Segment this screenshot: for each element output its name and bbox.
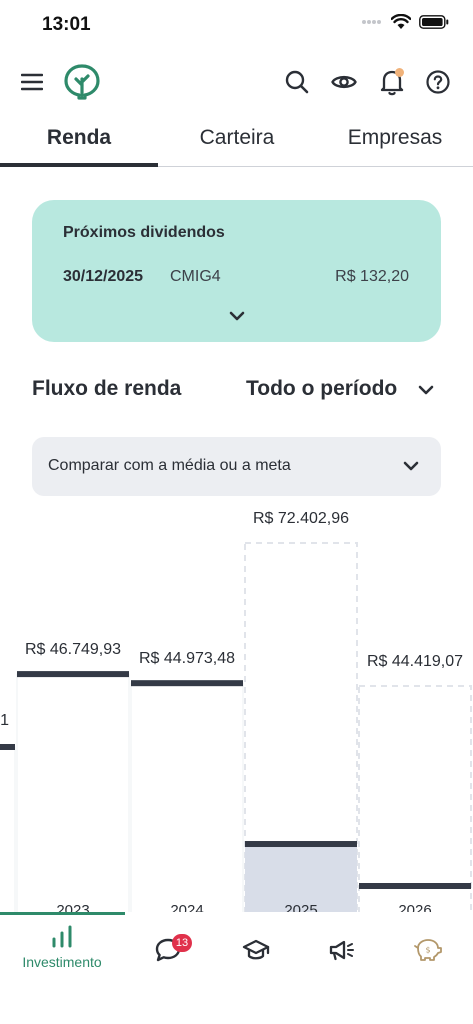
- svg-text:$: $: [425, 946, 430, 955]
- app-logo: [62, 60, 102, 104]
- status-icons: [361, 14, 449, 30]
- chart-value-label: 71: [0, 712, 9, 729]
- help-icon: [426, 70, 450, 94]
- dividend-date: 30/12/2025: [63, 268, 144, 285]
- notifications-button[interactable]: [372, 60, 412, 104]
- chart-bar: [130, 682, 244, 913]
- bar-chart-icon: [52, 925, 72, 948]
- chart-value-label: R$ 44.419,07: [367, 653, 463, 670]
- chart-bar-cap: [17, 671, 129, 678]
- search-icon: [285, 70, 309, 94]
- income-bar-chart: 712022R$ 46.749,932023R$ 44.973,482024R$…: [0, 510, 472, 913]
- help-button[interactable]: [418, 60, 458, 104]
- chart-value-label: R$ 44.973,48: [139, 650, 235, 667]
- tab-empresas[interactable]: Empresas: [316, 126, 473, 150]
- nav-item-savings[interactable]: $: [398, 924, 458, 984]
- bell-icon: [380, 68, 404, 96]
- active-nav-indicator: [0, 912, 125, 915]
- chevron-down-icon: [403, 461, 419, 471]
- menu-button[interactable]: [12, 60, 52, 104]
- megaphone-icon: [329, 940, 354, 961]
- dividend-ticker: CMIG4: [170, 268, 221, 285]
- pig-coin-icon: $: [414, 939, 442, 961]
- chart-value-label: R$ 72.402,96: [253, 510, 349, 527]
- signal-icon: [362, 20, 381, 24]
- chart-value-label: R$ 46.749,93: [25, 641, 121, 658]
- period-select[interactable]: Todo o período: [246, 377, 397, 401]
- tab-carteira[interactable]: Carteira: [158, 126, 316, 150]
- compare-dropdown-label: Comparar com a média ou a meta: [48, 457, 291, 474]
- compare-dropdown[interactable]: Comparar com a média ou a meta: [32, 437, 441, 496]
- tree-logo-icon: [64, 64, 100, 100]
- wifi-icon: [391, 14, 411, 29]
- chart-bar: [0, 746, 16, 913]
- visibility-toggle-button[interactable]: [324, 60, 364, 104]
- active-tab-indicator: [0, 163, 158, 167]
- nav-item-messages[interactable]: [138, 924, 198, 984]
- chart-bar-cap: [245, 841, 357, 848]
- graduation-cap-icon: [242, 939, 270, 960]
- tab-bar: Renda Carteira Empresas: [0, 120, 473, 167]
- battery-icon: [419, 15, 449, 29]
- nav-label-investimento: Investimento: [22, 954, 102, 970]
- chart-bar-cap: [131, 680, 243, 687]
- status-bar: 13:01: [0, 0, 473, 52]
- chart-bar: [358, 685, 472, 913]
- search-button[interactable]: [277, 60, 317, 104]
- nav-item-investimento[interactable]: Investimento: [22, 924, 102, 984]
- chevron-down-icon[interactable]: [414, 378, 438, 402]
- income-chart[interactable]: 712022R$ 46.749,932023R$ 44.973,482024R$…: [0, 500, 473, 913]
- messages-badge: 13: [172, 934, 192, 952]
- chart-bar-cap: [359, 883, 471, 889]
- expand-chevron-down-icon[interactable]: [225, 304, 249, 328]
- status-time: 13:01: [42, 14, 91, 35]
- dividend-amount: R$ 132,20: [335, 268, 409, 285]
- nav-item-news[interactable]: [312, 924, 372, 984]
- upcoming-dividends-card[interactable]: Próximos dividendos 30/12/2025 CMIG4 R$ …: [32, 200, 441, 342]
- income-flow-title: Fluxo de renda: [32, 377, 182, 400]
- nav-item-learn[interactable]: [226, 924, 286, 984]
- upcoming-dividends-title: Próximos dividendos: [63, 224, 225, 241]
- eye-icon: [331, 75, 357, 89]
- chart-bar: [16, 673, 130, 913]
- menu-icon: [21, 73, 43, 91]
- bottom-navigation: Investimento 13 $: [0, 912, 473, 1024]
- notification-dot: [395, 68, 404, 77]
- tab-renda[interactable]: Renda: [0, 126, 158, 150]
- chart-bar-cap: [0, 744, 15, 750]
- app-header: [0, 60, 473, 106]
